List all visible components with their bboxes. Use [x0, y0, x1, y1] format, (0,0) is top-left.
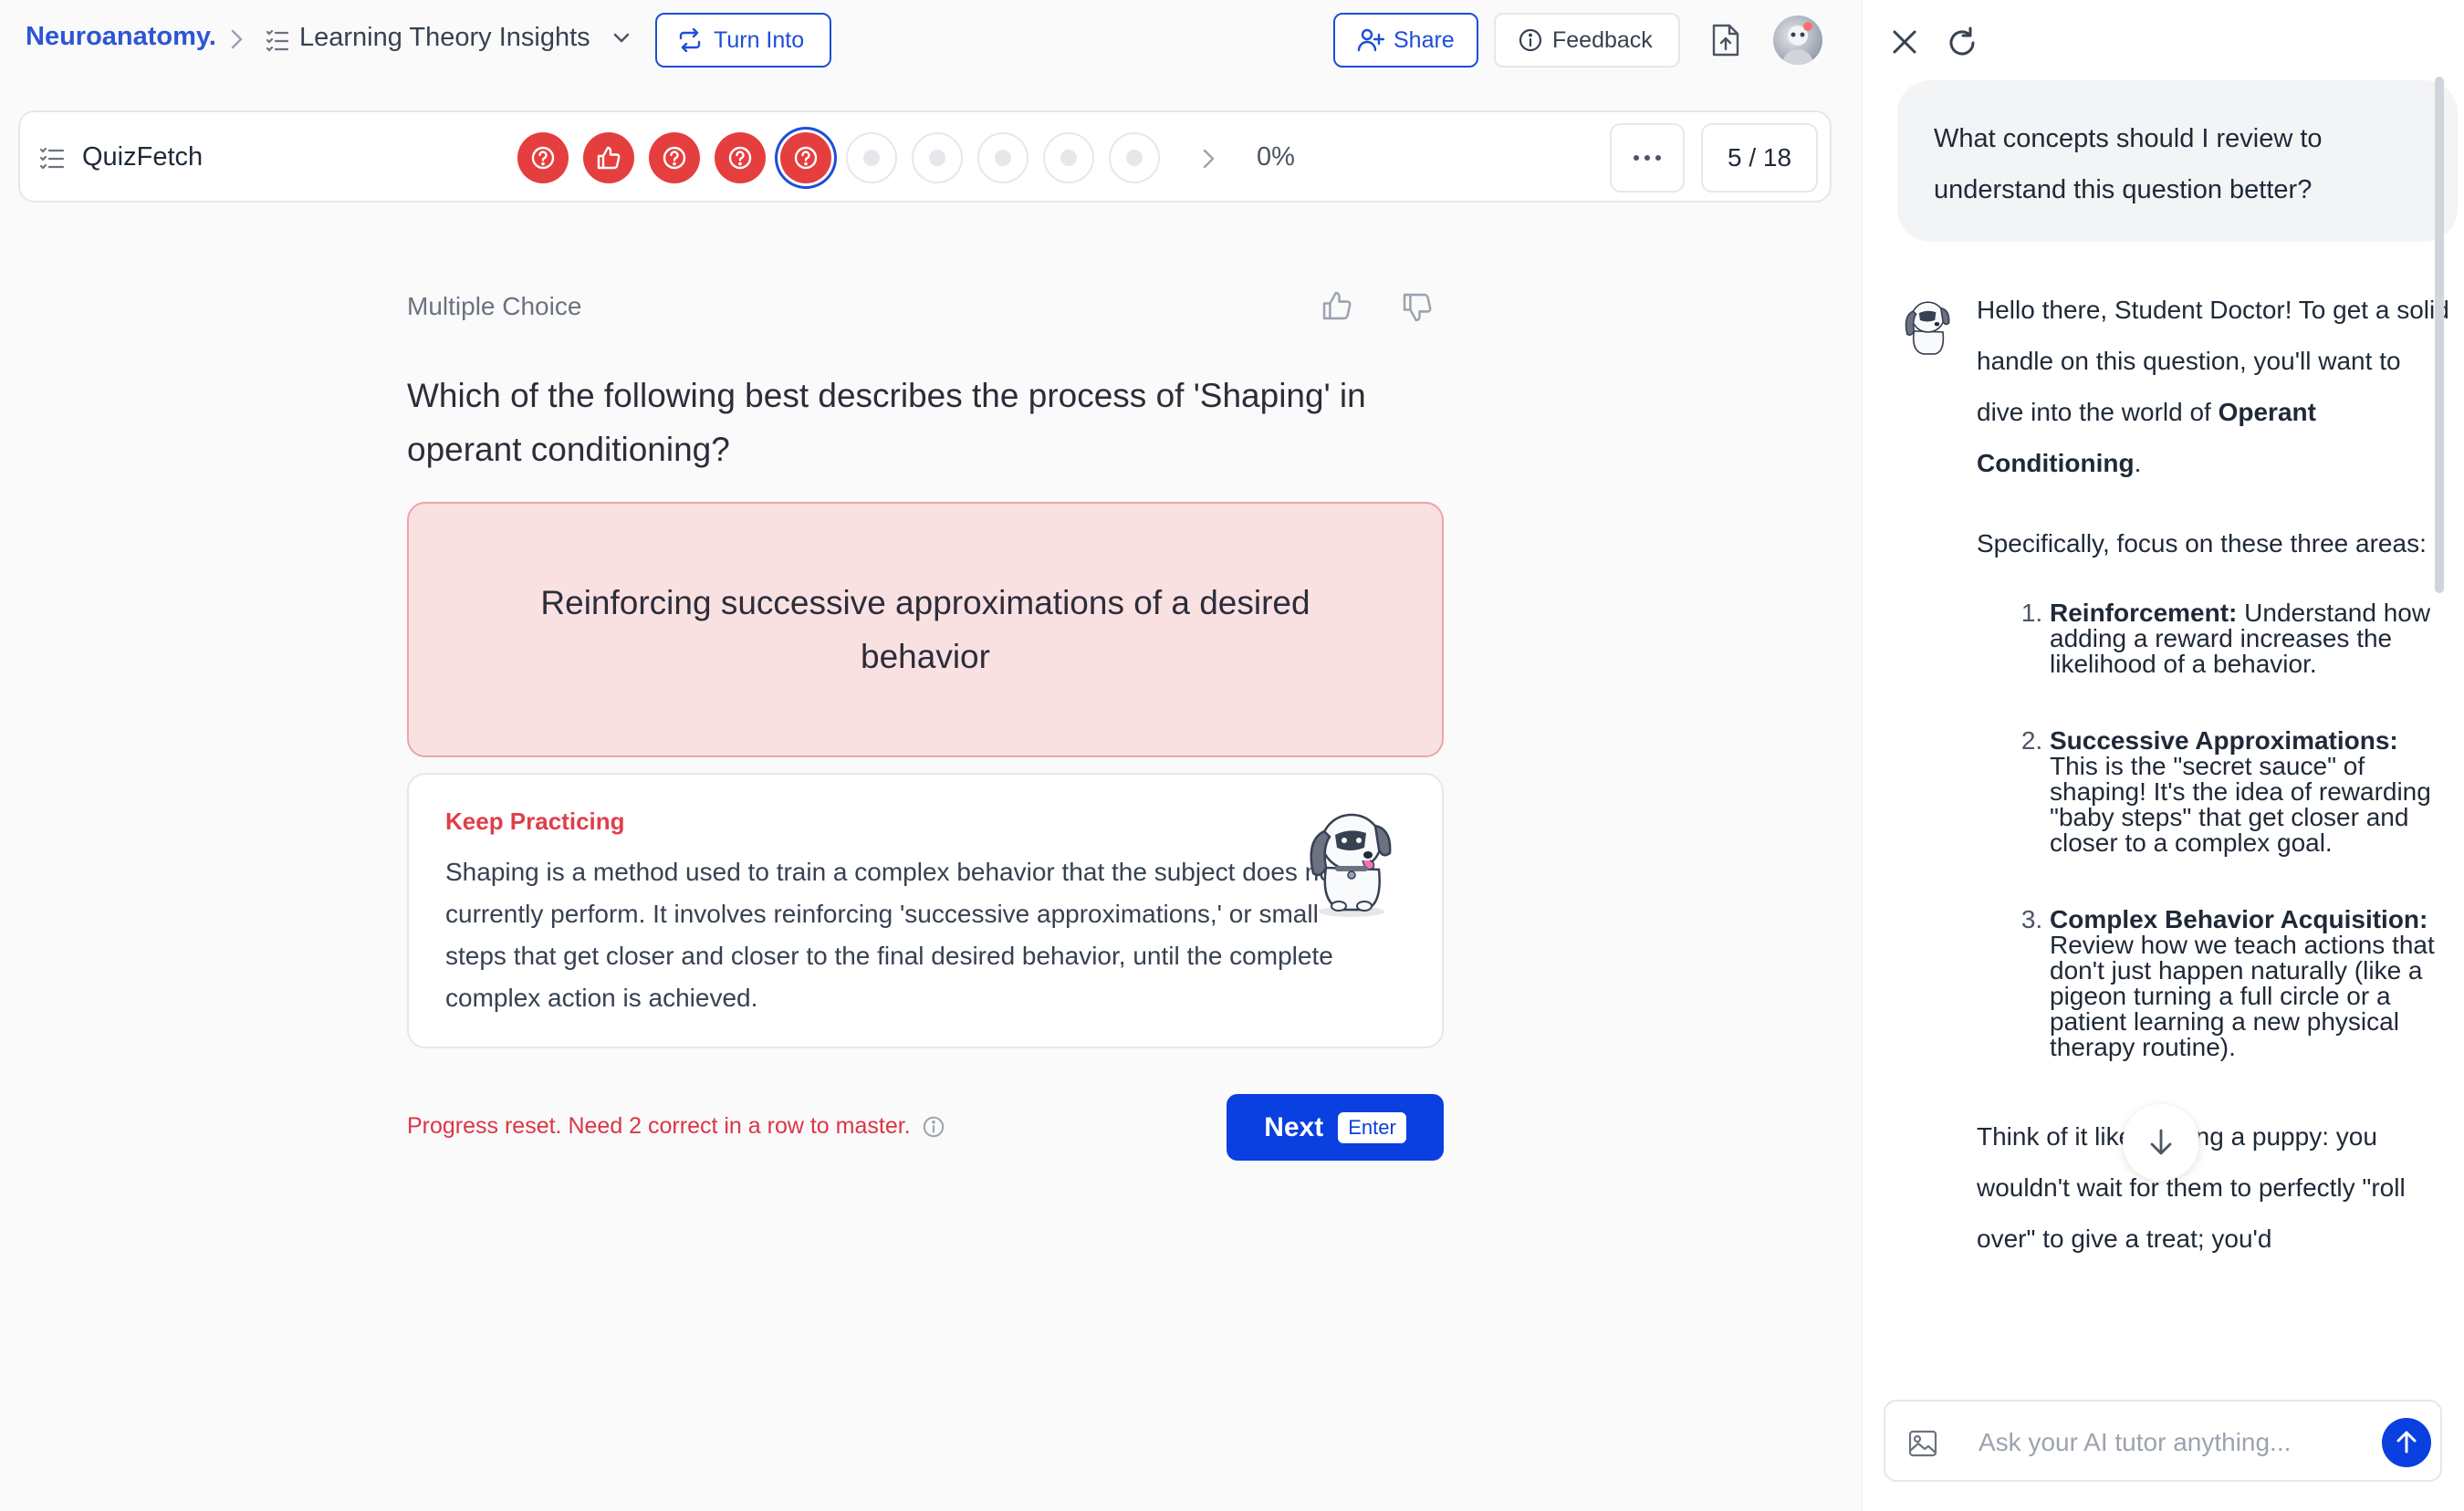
progress-reset-message: Progress reset. Need 2 correct in a row … [407, 1113, 945, 1140]
share-label: Share [1394, 26, 1455, 53]
enter-key-hint: Enter [1338, 1111, 1406, 1143]
question-dot-6[interactable] [846, 132, 897, 183]
chevron-right-icon[interactable] [1197, 145, 1219, 172]
feedback-title: Keep Practicing [445, 808, 625, 835]
dog-mascot-icon [1299, 804, 1399, 919]
tutor-avatar-icon [1899, 296, 1954, 360]
chat-input[interactable] [1977, 1420, 2342, 1465]
question-type-label: Multiple Choice [407, 292, 582, 320]
chevron-right-icon [227, 26, 247, 53]
user-message-bubble: What concepts should I review to underst… [1897, 80, 2458, 242]
question-dots [517, 132, 1160, 183]
close-icon[interactable] [1888, 26, 1921, 58]
repeat-icon [677, 28, 703, 52]
question-dot-9[interactable] [1043, 132, 1094, 183]
arrow-up-icon [2396, 1431, 2417, 1454]
next-label: Next [1264, 1111, 1324, 1142]
next-button[interactable]: Next Enter [1227, 1094, 1444, 1161]
answer-text: Reinforcing successive approximations of… [540, 584, 1310, 675]
feedback-button[interactable]: Feedback [1494, 13, 1680, 68]
avatar[interactable] [1773, 16, 1822, 65]
more-options-button[interactable] [1610, 123, 1685, 193]
question-dot-5-current[interactable] [780, 132, 831, 183]
image-upload-icon[interactable] [1907, 1429, 1938, 1458]
feedback-label: Feedback [1552, 26, 1653, 53]
reply-intro: Hello there, Student Doctor! To get a so… [1977, 296, 2449, 477]
more-horizontal-icon [1634, 155, 1661, 161]
chat-input-bar [1884, 1400, 2442, 1482]
share-button[interactable]: Share [1333, 13, 1478, 68]
question-dot-2[interactable] [583, 132, 634, 183]
question-dot-7[interactable] [912, 132, 963, 183]
question-dot-8[interactable] [977, 132, 1028, 183]
list-item: Reinforcement: Understand how adding a r… [2050, 600, 2451, 677]
info-icon [1518, 27, 1543, 53]
brand-link[interactable]: Neuroanatomy. [26, 22, 216, 52]
top-bar: Neuroanatomy. Learning Theory Insights T… [0, 0, 1862, 80]
reply-focus: Specifically, focus on these three areas… [1977, 529, 2427, 558]
arrow-down-icon [2150, 1129, 2172, 1155]
question-dot-10[interactable] [1109, 132, 1160, 183]
thumbs-up-icon [597, 146, 621, 170]
checklist-icon [38, 145, 66, 171]
checklist-icon [265, 27, 290, 53]
quiz-name: QuizFetch [82, 142, 204, 172]
thumbs-up-icon[interactable] [1320, 288, 1354, 323]
question-text: Which of the following best describes th… [407, 377, 1366, 468]
explanation-card: Keep Practicing Shaping is a method used… [407, 773, 1444, 1048]
info-icon[interactable] [922, 1115, 945, 1139]
list-item: Complex Behavior Acquisition: Review how… [2050, 907, 2451, 1060]
send-button[interactable] [2382, 1418, 2431, 1467]
explanation-text: Shaping is a method used to train a comp… [445, 858, 1341, 1012]
question-icon [794, 146, 818, 170]
thumbs-down-icon[interactable] [1400, 290, 1435, 325]
user-plus-icon [1357, 27, 1384, 53]
turn-into-label: Turn Into [714, 26, 805, 53]
export-file-icon[interactable] [1710, 22, 1741, 58]
reply-outro: Think of it like training a puppy: you w… [1977, 1122, 2406, 1253]
question-icon [531, 146, 555, 170]
breadcrumb-title[interactable]: Learning Theory Insights [299, 23, 590, 53]
progress-percentage: 0% [1257, 142, 1295, 172]
selected-answer-option[interactable]: Reinforcing successive approximations of… [407, 502, 1444, 757]
question-icon [663, 146, 686, 170]
ai-tutor-panel: What concepts should I review to underst… [1862, 0, 2464, 1511]
scroll-to-bottom-button[interactable] [2123, 1104, 2199, 1181]
question-counter: 5 / 18 [1701, 123, 1818, 193]
progress-reset-text: Progress reset. Need 2 correct in a row … [407, 1113, 911, 1139]
question-dot-1[interactable] [517, 132, 569, 183]
chevron-down-icon[interactable] [611, 31, 632, 46]
quiz-progress-bar: QuizFetch 0% 5 / 18 [18, 110, 1832, 203]
question-dot-4[interactable] [715, 132, 766, 183]
refresh-icon[interactable] [1945, 26, 1979, 60]
tutor-reply: Hello there, Student Doctor! To get a so… [1977, 285, 2451, 1265]
panel-scrollbar[interactable] [2435, 77, 2444, 593]
turn-into-button[interactable]: Turn Into [655, 13, 831, 68]
list-item: Successive Approximations: This is the "… [2050, 728, 2451, 856]
question-icon [728, 146, 752, 170]
question-dot-3[interactable] [649, 132, 700, 183]
concept-list: Reinforcement: Understand how adding a r… [1977, 600, 2451, 1060]
